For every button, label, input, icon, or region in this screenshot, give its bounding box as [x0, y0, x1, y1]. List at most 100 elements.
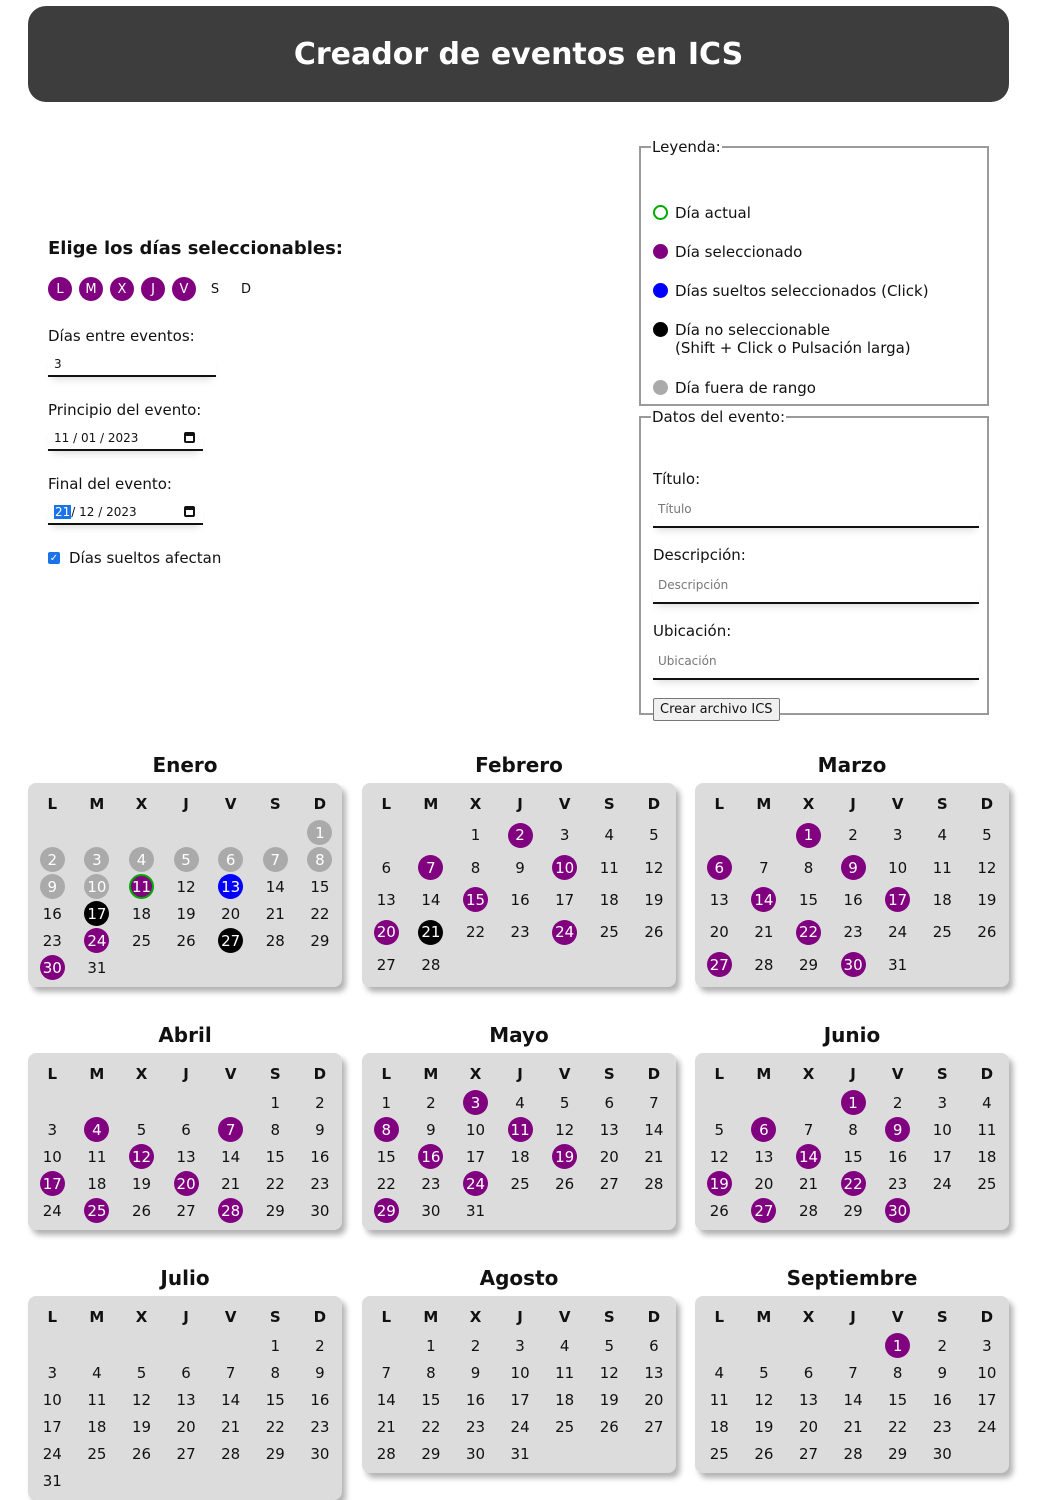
day-cell[interactable]: 10	[30, 1386, 75, 1413]
day-cell[interactable]: 10	[453, 1116, 498, 1143]
day-cell[interactable]: 8	[253, 1359, 298, 1386]
day-cell[interactable]: 6	[208, 846, 253, 873]
day-cell[interactable]: 30	[298, 1440, 343, 1467]
day-cell[interactable]: 9	[409, 1116, 454, 1143]
day-cell[interactable]: 8	[364, 1116, 409, 1143]
day-cell[interactable]: 17	[542, 884, 587, 916]
day-cell[interactable]: 10	[30, 1143, 75, 1170]
day-cell[interactable]: 17	[875, 884, 920, 916]
day-cell[interactable]: 23	[30, 927, 75, 954]
day-cell[interactable]: 27	[587, 1170, 632, 1197]
day-cell[interactable]: 5	[742, 1359, 787, 1386]
day-cell[interactable]: 3	[30, 1359, 75, 1386]
day-cell[interactable]: 30	[298, 1197, 343, 1224]
day-cell[interactable]: 14	[742, 884, 787, 916]
day-cell[interactable]: 2	[298, 1332, 343, 1359]
day-cell[interactable]: 2	[498, 819, 543, 851]
day-cell[interactable]: 24	[875, 916, 920, 948]
day-cell[interactable]: 26	[697, 1197, 742, 1224]
day-cell[interactable]: 12	[697, 1143, 742, 1170]
day-cell[interactable]: 18	[75, 1413, 120, 1440]
day-cell[interactable]: 28	[208, 1440, 253, 1467]
day-cell[interactable]: 28	[786, 1197, 831, 1224]
day-cell[interactable]: 7	[364, 1359, 409, 1386]
day-cell[interactable]: 5	[587, 1332, 632, 1359]
day-cell[interactable]: 31	[498, 1440, 543, 1467]
day-cell[interactable]: 14	[831, 1386, 876, 1413]
day-cell[interactable]: 25	[75, 1440, 120, 1467]
day-cell[interactable]: 6	[164, 1116, 209, 1143]
day-cell[interactable]: 24	[965, 1413, 1010, 1440]
day-cell[interactable]: 2	[298, 1089, 343, 1116]
day-cell[interactable]: 19	[632, 884, 677, 916]
day-cell[interactable]: 15	[831, 1143, 876, 1170]
day-cell[interactable]: 29	[253, 1197, 298, 1224]
day-cell[interactable]: 29	[364, 1197, 409, 1224]
day-cell[interactable]: 24	[498, 1413, 543, 1440]
day-cell[interactable]: 16	[875, 1143, 920, 1170]
day-cell[interactable]: 27	[697, 949, 742, 981]
day-cell[interactable]: 30	[875, 1197, 920, 1224]
day-cell[interactable]: 22	[453, 916, 498, 948]
day-cell[interactable]: 12	[119, 1143, 164, 1170]
day-cell[interactable]: 12	[632, 851, 677, 883]
day-cell[interactable]: 4	[587, 819, 632, 851]
day-cell[interactable]: 23	[831, 916, 876, 948]
day-cell[interactable]: 22	[786, 916, 831, 948]
day-cell[interactable]: 29	[831, 1197, 876, 1224]
day-cell[interactable]: 1	[253, 1332, 298, 1359]
day-cell[interactable]: 8	[298, 846, 343, 873]
day-cell[interactable]: 22	[364, 1170, 409, 1197]
day-cell[interactable]: 16	[409, 1143, 454, 1170]
day-cell[interactable]: 2	[831, 819, 876, 851]
day-cell[interactable]: 2	[30, 846, 75, 873]
day-cell[interactable]: 8	[409, 1359, 454, 1386]
day-cell[interactable]: 8	[875, 1359, 920, 1386]
day-cell[interactable]: 16	[30, 900, 75, 927]
day-cell[interactable]: 24	[30, 1197, 75, 1224]
day-cell[interactable]: 17	[30, 1170, 75, 1197]
day-cell[interactable]: 16	[498, 884, 543, 916]
day-cell[interactable]: 13	[742, 1143, 787, 1170]
day-cell[interactable]: 19	[119, 1170, 164, 1197]
day-cell[interactable]: 5	[119, 1116, 164, 1143]
day-cell[interactable]: 3	[453, 1089, 498, 1116]
day-cell[interactable]: 17	[75, 900, 120, 927]
calendar-icon[interactable]	[184, 506, 195, 517]
day-cell[interactable]: 14	[208, 1386, 253, 1413]
day-cell[interactable]: 4	[542, 1332, 587, 1359]
day-cell[interactable]: 20	[786, 1413, 831, 1440]
day-cell[interactable]: 1	[253, 1089, 298, 1116]
day-cell[interactable]: 21	[632, 1143, 677, 1170]
day-cell[interactable]: 18	[119, 900, 164, 927]
day-cell[interactable]: 29	[875, 1440, 920, 1467]
day-cell[interactable]: 9	[831, 851, 876, 883]
day-cell[interactable]: 5	[164, 846, 209, 873]
day-cell[interactable]: 23	[298, 1413, 343, 1440]
day-cell[interactable]: 13	[164, 1143, 209, 1170]
day-cell[interactable]: 16	[453, 1386, 498, 1413]
day-cell[interactable]: 22	[298, 900, 343, 927]
day-cell[interactable]: 17	[965, 1386, 1010, 1413]
day-cell[interactable]: 15	[786, 884, 831, 916]
day-cell[interactable]: 5	[542, 1089, 587, 1116]
day-cell[interactable]: 14	[253, 873, 298, 900]
day-cell[interactable]: 8	[786, 851, 831, 883]
day-cell[interactable]: 2	[453, 1332, 498, 1359]
day-cell[interactable]: 15	[453, 884, 498, 916]
day-cell[interactable]: 27	[164, 1440, 209, 1467]
day-cell[interactable]: 26	[542, 1170, 587, 1197]
day-cell[interactable]: 26	[119, 1440, 164, 1467]
day-cell[interactable]: 17	[30, 1413, 75, 1440]
day-cell[interactable]: 20	[164, 1413, 209, 1440]
day-cell[interactable]: 21	[208, 1413, 253, 1440]
day-cell[interactable]: 13	[208, 873, 253, 900]
day-cell[interactable]: 4	[75, 1116, 120, 1143]
day-cell[interactable]: 7	[786, 1116, 831, 1143]
day-cell[interactable]: 8	[453, 851, 498, 883]
interval-input[interactable]: 3	[48, 353, 216, 377]
day-cell[interactable]: 9	[875, 1116, 920, 1143]
day-cell[interactable]: 28	[409, 949, 454, 981]
weekday-toggle-j[interactable]: J	[141, 277, 165, 301]
day-cell[interactable]: 9	[453, 1359, 498, 1386]
